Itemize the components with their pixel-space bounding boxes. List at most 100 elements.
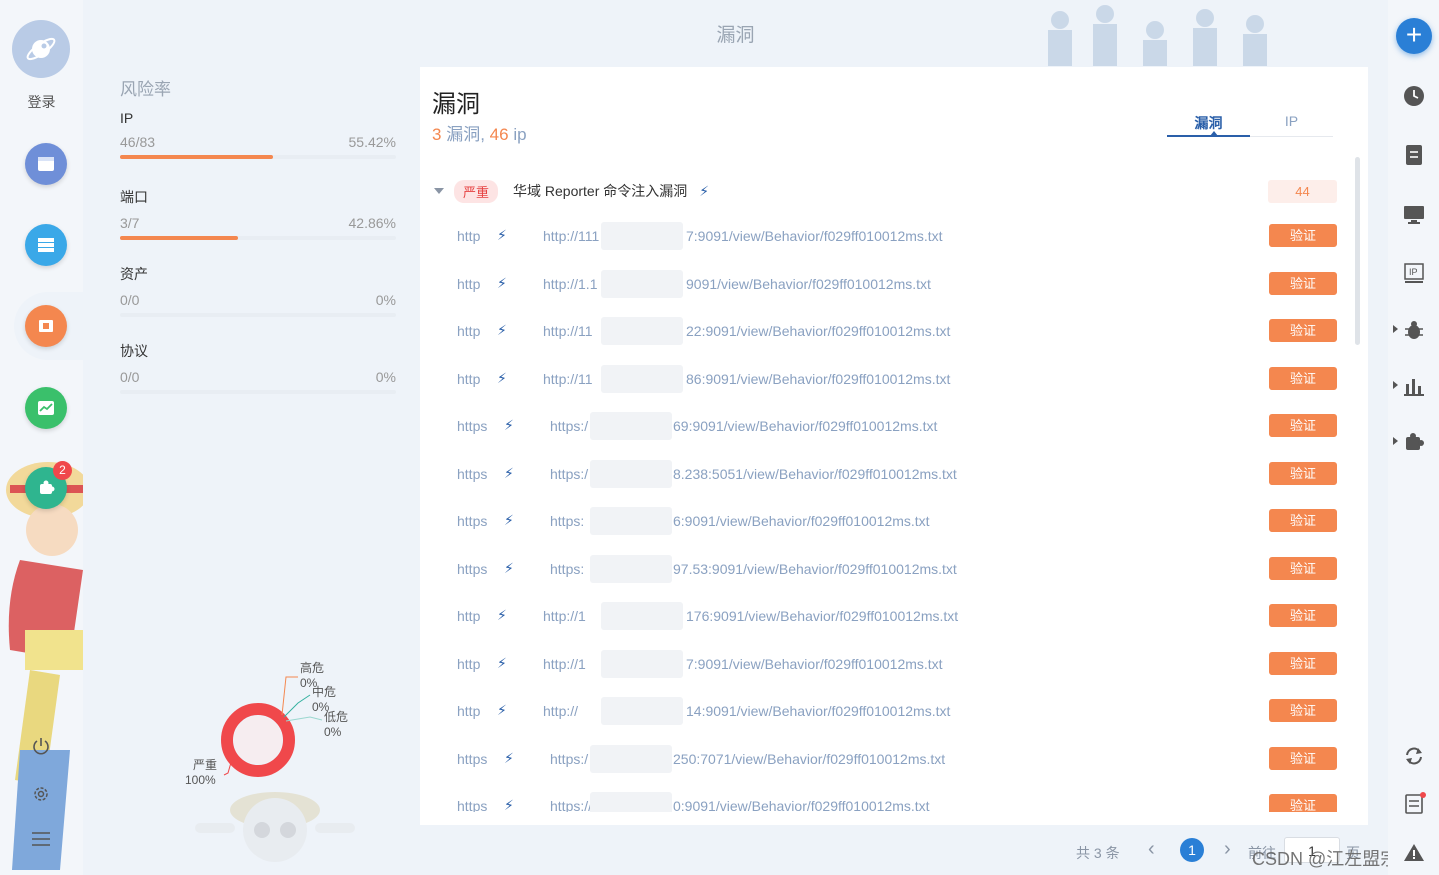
- url-prefix: http://: [543, 703, 579, 719]
- nav-dashboard-button[interactable]: [25, 143, 67, 185]
- redacted-ip: [601, 602, 683, 630]
- url-prefix: https:/: [550, 750, 589, 767]
- bolt-icon: ⚡: [699, 182, 710, 199]
- redacted-ip: [601, 364, 683, 393]
- vuln-url-list: http ⚡ http://111 7:9091/view/Behavior/f029…: [420, 214, 1360, 812]
- metric-name: 端口: [120, 189, 148, 205]
- clock-icon[interactable]: [1400, 82, 1428, 110]
- bolt-icon: ⚡: [497, 654, 507, 671]
- monitor-icon[interactable]: [1400, 201, 1428, 229]
- verify-button[interactable]: 验证: [1269, 604, 1337, 627]
- protocol-label: https: [457, 750, 488, 767]
- verify-button[interactable]: 验证: [1269, 224, 1337, 247]
- assets-icon: [39, 320, 53, 332]
- donut-label-name: 高危: [300, 660, 324, 675]
- bolt-icon: ⚡: [497, 227, 507, 243]
- vuln-url-row: https ⚡ https: 97.53:9091/view/Behavior/f02…: [420, 547, 1360, 595]
- notification-dot: [1420, 792, 1426, 798]
- tab-ip[interactable]: IP: [1250, 113, 1333, 136]
- metric-protocol: 协议 0/0 0%: [120, 341, 396, 394]
- url-suffix: 97.53:9091/view/Behavior/f029ff010012ms.…: [673, 560, 957, 577]
- bolt-icon: ⚡: [504, 749, 514, 766]
- vuln-hit-count: 44: [1268, 180, 1337, 203]
- metric-progress: [120, 313, 396, 317]
- nav-chart-button[interactable]: [25, 387, 67, 429]
- bolt-icon: ⚡: [504, 559, 514, 576]
- warning-icon[interactable]: [1400, 838, 1428, 866]
- vuln-count: 3: [432, 125, 442, 144]
- verify-button[interactable]: 验证: [1269, 746, 1337, 770]
- vuln-url-row: http ⚡ http:// 14:9091/view/Behavior/f029ff…: [420, 689, 1360, 737]
- mascot-illustration: [6, 462, 83, 870]
- collapse-caret-icon[interactable]: [434, 188, 444, 194]
- redacted-ip: [601, 649, 683, 678]
- vuln-url-row: http ⚡ http://1.1 9091/view/Behavior/f029ff…: [420, 262, 1360, 310]
- redacted-ip: [601, 697, 683, 725]
- metric-ip: IP 46/83 55.42%: [120, 110, 396, 159]
- url-prefix: http://1: [543, 608, 586, 624]
- verify-button[interactable]: 验证: [1269, 414, 1337, 437]
- refresh-icon[interactable]: [1400, 742, 1428, 770]
- vuln-count-label: 漏洞,: [446, 125, 485, 144]
- verify-button[interactable]: 验证: [1269, 556, 1337, 580]
- metric-ratio: 46/83: [120, 134, 156, 150]
- bolt-icon: ⚡: [504, 417, 514, 433]
- document-icon[interactable]: [1400, 141, 1428, 169]
- verify-button[interactable]: 验证: [1269, 509, 1337, 532]
- tab-vuln[interactable]: 漏洞: [1167, 113, 1250, 137]
- prev-page-button[interactable]: ‹: [1148, 838, 1155, 861]
- url-suffix: 7:9091/view/Behavior/f029ff010012ms.txt: [686, 655, 943, 672]
- next-page-button[interactable]: ›: [1224, 838, 1231, 861]
- expand-arrow-icon[interactable]: [1393, 437, 1398, 445]
- bug-icon[interactable]: [1400, 316, 1428, 344]
- login-avatar[interactable]: [12, 20, 70, 78]
- bar-chart-icon[interactable]: [1400, 372, 1428, 400]
- risk-donut-chart: 高危 0% 中危 0% 低危 0% 严重 100%: [180, 655, 400, 830]
- donut-leader-line: [281, 676, 298, 716]
- puzzle-icon[interactable]: [1400, 428, 1428, 456]
- protocol-label: https: [457, 560, 488, 577]
- metric-progress: [120, 155, 396, 159]
- add-button[interactable]: +: [1396, 18, 1432, 54]
- url-prefix: http://111: [543, 228, 600, 244]
- nav-list-button[interactable]: [25, 224, 67, 266]
- protocol-label: http: [457, 228, 481, 244]
- metric-name: IP: [120, 110, 134, 126]
- expand-arrow-icon[interactable]: [1393, 381, 1398, 389]
- nav-assets-button[interactable]: [25, 305, 67, 347]
- login-label[interactable]: 登录: [0, 92, 83, 112]
- expand-arrow-icon[interactable]: [1393, 325, 1398, 333]
- donut-label-value: 0%: [324, 725, 342, 739]
- url-prefix: https://: [550, 798, 593, 812]
- vuln-url-row: https ⚡ https:/ 8.238:5051/view/Behavior/f0…: [420, 452, 1360, 500]
- power-icon[interactable]: [28, 733, 54, 759]
- url-prefix: https:/: [550, 465, 589, 482]
- ip-icon[interactable]: IP: [1400, 260, 1428, 288]
- protocol-label: https: [457, 465, 488, 482]
- window-icon: [38, 157, 54, 171]
- gear-icon[interactable]: [28, 781, 54, 807]
- verify-button[interactable]: 验证: [1269, 794, 1337, 812]
- redacted-ip: [590, 554, 672, 583]
- verify-button[interactable]: 验证: [1269, 651, 1337, 675]
- bolt-icon: ⚡: [504, 797, 514, 812]
- url-suffix: 250:7071/view/Behavior/f029ff010012ms.tx…: [673, 750, 946, 767]
- url-prefix: http://1: [543, 655, 586, 672]
- redacted-ip: [601, 222, 683, 250]
- card-title: 漏洞: [432, 91, 480, 118]
- verify-button[interactable]: 验证: [1269, 366, 1337, 390]
- verify-button[interactable]: 验证: [1269, 271, 1337, 295]
- page-number-current[interactable]: 1: [1180, 838, 1204, 862]
- url-suffix: 69:9091/view/Behavior/f029ff010012ms.txt: [673, 418, 938, 434]
- vuln-url-row: http ⚡ http://11 22:9091/view/Behavior/f029…: [420, 309, 1360, 357]
- card-summary: 3 漏洞, 46 ip: [432, 120, 527, 145]
- verify-button[interactable]: 验证: [1269, 319, 1337, 342]
- verify-button[interactable]: 验证: [1269, 699, 1337, 722]
- verify-button[interactable]: 验证: [1269, 461, 1337, 485]
- bolt-icon: ⚡: [504, 512, 514, 528]
- metric-progress: [120, 390, 396, 394]
- ip-count: 46: [489, 125, 509, 144]
- menu-icon[interactable]: [28, 826, 54, 852]
- url-suffix: 14:9091/view/Behavior/f029ff010012ms.txt: [686, 703, 951, 719]
- vuln-group-header[interactable]: 严重 华域 Reporter 命令注入漏洞 ⚡ 44: [434, 179, 1337, 203]
